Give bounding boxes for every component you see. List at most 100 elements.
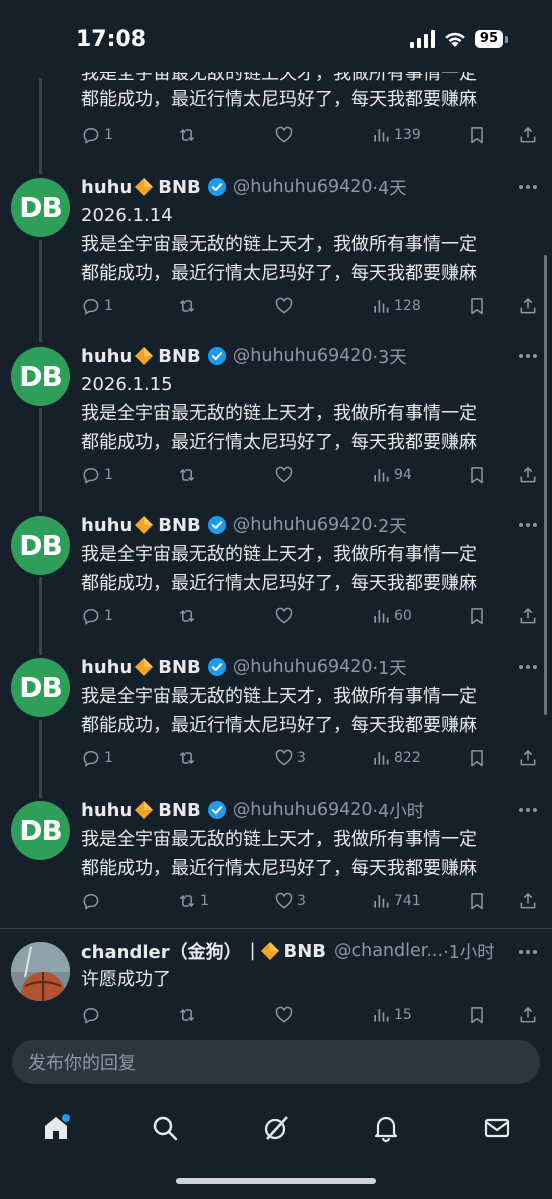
thread-line [39,408,42,512]
like-count: 3 [297,893,306,909]
retweet-button[interactable] [177,122,200,148]
author-name[interactable]: chandler（金狗） [81,938,242,964]
more-options-button[interactable] [516,513,540,537]
home-indicator [176,1178,376,1184]
views-button[interactable]: 94 [371,462,412,488]
reply-button[interactable] [81,1002,104,1028]
share-button[interactable] [518,293,538,319]
views-count: 741 [394,893,421,909]
views-count: 15 [394,1007,412,1023]
diamond-icon [135,347,154,365]
retweet-button[interactable] [177,603,200,629]
tweet-header: huhu BNB @huhuhu69420·4天 [81,174,407,200]
retweet-button[interactable] [177,462,200,488]
share-button[interactable] [518,603,538,629]
reply-button[interactable] [81,888,104,914]
nav-notifications[interactable] [366,1108,406,1148]
reply-button[interactable]: 1 [81,603,113,629]
avatar[interactable]: DB [11,658,70,717]
avatar[interactable]: DB [11,347,70,406]
tweet-actions: 1 3 822 [81,745,541,771]
retweet-button[interactable]: 1 [177,888,209,914]
author-name[interactable]: huhu [81,515,132,536]
nav-home[interactable] [36,1108,76,1148]
tweet-text-line: 都能成功，最近行情太尼玛好了，每天我都要赚麻 [81,263,477,284]
bookmark-button[interactable] [467,888,487,914]
reply-button[interactable]: 1 [81,122,113,148]
avatar[interactable]: DB [11,801,70,860]
divider [0,928,552,929]
more-options-button[interactable] [516,655,540,679]
like-icon [275,749,293,766]
retweet-button[interactable] [177,745,200,771]
author-name[interactable]: huhu [81,346,132,367]
like-button[interactable] [274,293,297,319]
more-options-button[interactable] [516,175,540,199]
author-name[interactable]: huhu [81,800,132,821]
avatar[interactable]: DB [11,516,70,575]
retweet-icon [179,752,195,764]
author-name[interactable]: huhu [81,657,132,678]
bookmark-button[interactable] [467,122,487,148]
views-button[interactable]: 139 [371,122,421,148]
more-options-button[interactable] [516,344,540,368]
reply-input[interactable]: 发布你的回复 [12,1040,540,1084]
views-button[interactable]: 741 [371,888,421,914]
author-handle[interactable]: @huhuhu69420 [233,346,373,366]
tweet-text-line: 我是全宇宙最无敌的链上天才，我做所有事情一定 [81,829,477,850]
author-name[interactable]: huhu [81,177,132,198]
scrollbar[interactable] [544,255,547,715]
grok-icon [264,1116,288,1140]
more-options-button[interactable] [516,940,540,964]
reply-icon [83,751,99,767]
tweet-header: huhu BNB @huhuhu69420·1天 [81,654,407,680]
like-button[interactable]: 3 [274,888,306,914]
verified-badge-icon [207,347,226,365]
bookmark-button[interactable] [467,1002,487,1028]
retweet-button[interactable] [177,293,200,319]
tweet-text-line: 我是全宇宙最无敌的链上天才，我做所有事情一定 [81,544,477,565]
retweet-button[interactable] [177,1002,200,1028]
reply-button[interactable]: 1 [81,462,113,488]
views-button[interactable]: 128 [371,293,421,319]
nav-grok[interactable] [256,1108,296,1148]
views-count: 139 [394,127,421,143]
reply-button[interactable]: 1 [81,745,113,771]
like-button[interactable] [274,462,297,488]
more-options-button[interactable] [516,798,540,822]
avatar[interactable]: DB [11,178,70,237]
thread-line [39,78,42,174]
like-button[interactable] [274,122,297,148]
author-handle[interactable]: @huhuhu69420 [233,177,373,197]
retweet-icon [179,610,195,622]
like-button[interactable] [274,1002,297,1028]
author-handle[interactable]: @chandler... [334,941,443,961]
views-button[interactable]: 822 [371,745,421,771]
tweet-text-line: 都能成功，最近行情太尼玛好了，每天我都要赚麻 [81,89,477,110]
bookmark-icon [471,1007,483,1024]
nav-messages[interactable] [477,1108,517,1148]
author-handle[interactable]: @huhuhu69420 [233,800,373,820]
like-button[interactable]: 3 [274,745,306,771]
reply-text: 许愿成功了 [81,969,171,990]
share-button[interactable] [518,1002,538,1028]
status-bar: 17:08 95 [0,0,552,80]
bookmark-button[interactable] [467,293,487,319]
share-button[interactable] [518,888,538,914]
like-button[interactable] [274,603,297,629]
reply-button[interactable]: 1 [81,293,113,319]
like-icon [275,126,293,143]
nav-search[interactable] [145,1108,185,1148]
views-button[interactable]: 60 [371,603,412,629]
bookmark-button[interactable] [467,603,487,629]
bookmark-button[interactable] [467,462,487,488]
author-handle[interactable]: @huhuhu69420 [233,657,373,677]
avatar[interactable] [11,942,70,1001]
share-button[interactable] [518,122,538,148]
share-button[interactable] [518,462,538,488]
share-button[interactable] [518,745,538,771]
tweet-actions: 15 [81,1002,541,1028]
views-button[interactable]: 15 [371,1002,412,1028]
author-handle[interactable]: @huhuhu69420 [233,515,373,535]
bookmark-button[interactable] [467,745,487,771]
